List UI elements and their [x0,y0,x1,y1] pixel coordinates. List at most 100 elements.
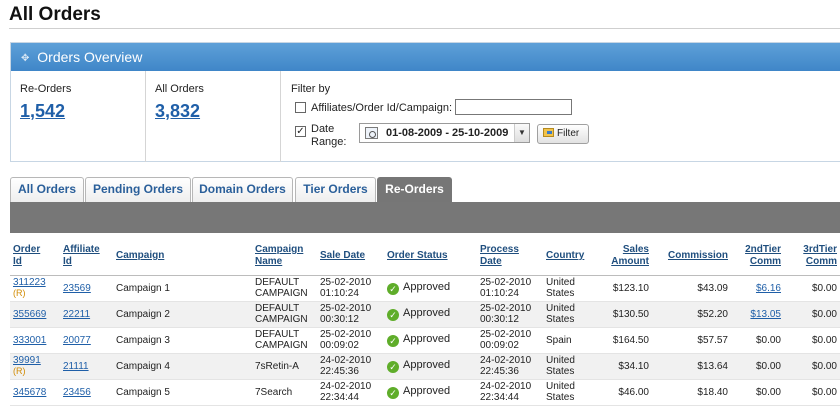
title-divider [9,28,840,29]
country-cell: Spain [543,327,595,354]
order-id-link[interactable]: 333001 [13,335,46,346]
all-orders-count-link[interactable]: 3,832 [155,101,200,122]
affiliate-id-link[interactable]: 23569 [63,283,91,294]
process-date-cell: 25-02-2010 00:09:02 [477,327,543,354]
order-status-cell: ✓ Approved [384,275,477,302]
table-toolbar [10,202,840,233]
affiliate-id-link[interactable]: 22211 [63,309,90,320]
sale-date-cell: 25-02-2010 00:30:12 [317,301,384,328]
date-range-picker[interactable]: 01-08-2009 - 25-10-2009 ▼ [359,123,530,143]
sales-amount-cell: $34.10 [595,353,652,380]
commission-cell: $52.20 [652,301,731,328]
orders-overview-title: Orders Overview [37,49,143,65]
sales-amount-cell: $130.50 [595,301,652,328]
column-header-order-status[interactable]: Order Status [384,233,477,276]
commission-cell: $57.57 [652,327,731,354]
tab-domain-orders[interactable]: Domain Orders [192,177,293,202]
sales-amount-cell: $46.00 [595,379,652,406]
column-header-campaign[interactable]: Campaign [113,233,252,276]
reorder-marker: (R) [13,288,26,298]
tab-pending-orders[interactable]: Pending Orders [85,177,191,202]
commission-cell: $13.64 [652,353,731,380]
column-header-campaign-name[interactable]: Campaign Name [252,233,317,276]
affiliates-checkbox[interactable] [295,102,306,113]
tier3-comm-cell: $0.00 [784,275,840,302]
campaign-name-cell: DEFAULT CAMPAIGN [252,327,317,354]
column-header-order-id[interactable]: Order Id [10,233,60,276]
page-title: All Orders [9,4,101,25]
commission-cell: $43.09 [652,275,731,302]
checkmark-icon: ✓ [387,282,399,295]
column-header-3rd-tier-comm[interactable]: 3rdTier Comm [784,233,840,276]
campaign-name-cell: 7sRetin-A [252,353,317,380]
tab-all-orders[interactable]: All Orders [10,177,84,202]
filter-button[interactable]: Filter [537,124,589,144]
tier2-comm-link[interactable]: $6.16 [756,283,781,294]
tier2-comm: $0.00 [755,334,781,346]
orders-overview-header[interactable]: ✥ Orders Overview [11,43,840,71]
filter-button-label: Filter [557,128,580,139]
process-date-cell: 24-02-2010 22:34:44 [477,379,543,406]
campaign-cell: Campaign 1 [113,275,252,302]
campaign-cell: Campaign 3 [113,327,252,354]
campaign-cell: Campaign 2 [113,301,252,328]
affiliates-filter-input[interactable] [455,99,572,115]
order-id-link[interactable]: 311223 [13,277,46,288]
all-orders-stat: All Orders 3,832 [146,71,281,162]
date-range-label-1: Date [311,123,335,135]
affiliate-id-link[interactable]: 23456 [63,387,91,398]
sale-date-cell: 25-02-2010 00:09:02 [317,327,384,354]
table-row: 345678 23456 Campaign 5 7Search 24-02-2010 22… [10,379,840,406]
process-date-cell: 25-02-2010 00:30:12 [477,301,543,328]
column-header-country[interactable]: Country [543,233,595,276]
commission-cell: $18.40 [652,379,731,406]
campaign-name-cell: 7Search [252,379,317,406]
sale-date-cell: 25-02-2010 01:10:24 [317,275,384,302]
date-range-checkbox[interactable]: ✓ [295,126,306,137]
campaign-cell: Campaign 4 [113,353,252,380]
affiliate-id-link[interactable]: 21111 [63,361,89,372]
all-orders-label: All Orders [155,83,204,95]
affiliate-id-link[interactable]: 20077 [63,335,91,346]
tier2-comm: $0.00 [755,386,781,398]
chevron-down-icon[interactable]: ▼ [514,124,529,142]
column-header-sale-date[interactable]: Sale Date [317,233,384,276]
affiliates-filter-label: Affiliates/Order Id/Campaign: [311,102,453,114]
order-id-link[interactable]: 345678 [13,387,46,398]
tier3-comm-cell: $0.00 [784,379,840,406]
tier3-comm-cell: $0.00 [784,301,840,328]
country-cell: United States [543,301,595,328]
tier3-comm-cell: $0.00 [784,327,840,354]
reorders-count-link[interactable]: 1,542 [20,101,65,122]
tab-re-orders[interactable]: Re-Orders [377,177,452,202]
column-header-2nd-tier-comm[interactable]: 2ndTier Comm [731,233,784,276]
process-date-cell: 24-02-2010 22:45:36 [477,353,543,380]
checkmark-icon: ✓ [387,360,399,373]
order-id-link[interactable]: 355669 [13,309,46,320]
process-date-cell: 25-02-2010 01:10:24 [477,275,543,302]
sale-date-cell: 24-02-2010 22:45:36 [317,353,384,380]
date-range-value: 01-08-2009 - 25-10-2009 [386,127,509,139]
order-status-cell: ✓ Approved [384,353,477,380]
sales-amount-cell: $123.10 [595,275,652,302]
tier2-comm-link[interactable]: $13.05 [750,309,781,320]
order-status-cell: ✓ Approved [384,301,477,328]
checkmark-icon: ✓ [387,308,399,321]
tab-tier-orders[interactable]: Tier Orders [295,177,376,202]
campaign-name-cell: DEFAULT CAMPAIGN [252,301,317,328]
column-header-sales-amount[interactable]: Sales Amount [595,233,652,276]
column-header-process-date[interactable]: Process Date [477,233,543,276]
column-header-affiliate-id[interactable]: Affiliate Id [60,233,113,276]
campaign-cell: Campaign 5 [113,379,252,406]
table-row: 355669 22211 Campaign 2 DEFAULT CAMPAIGN 25-0… [10,301,840,328]
country-cell: United States [543,353,595,380]
sales-amount-cell: $164.50 [595,327,652,354]
order-status-cell: ✓ Approved [384,379,477,406]
drag-handle-icon[interactable]: ✥ [21,53,29,64]
order-id-link[interactable]: 39991 [13,355,41,366]
filter-title: Filter by [291,83,331,95]
column-header-commission[interactable]: Commission [652,233,731,276]
tier2-comm: $0.00 [755,360,781,372]
checkmark-icon: ✓ [387,386,399,399]
table-row: 333001 20077 Campaign 3 DEFAULT CAMPAIGN 25-0… [10,327,840,354]
